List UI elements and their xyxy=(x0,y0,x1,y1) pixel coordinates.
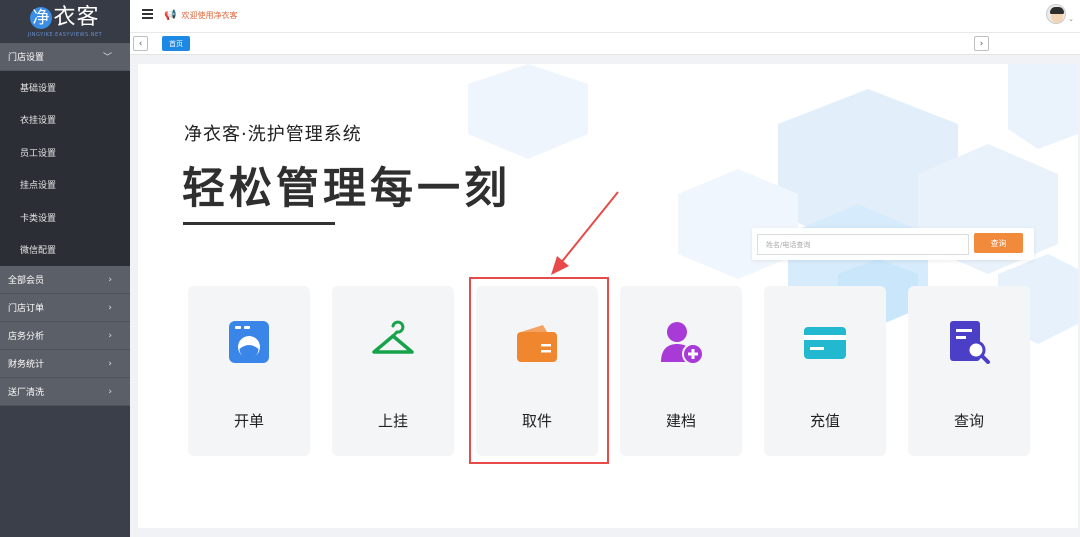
menu-group-label: 全部会员 xyxy=(8,276,45,286)
tab-scroll-left-button[interactable]: ‹ xyxy=(133,36,148,51)
search-document-icon xyxy=(950,321,990,364)
action-card-query[interactable]: 查询 xyxy=(908,286,1030,456)
tab-scroll-right-button[interactable]: › xyxy=(974,36,989,51)
chevron-down-icon[interactable]: ⌄ xyxy=(1068,15,1074,23)
sidebar: 净 衣客 JINGYIKE.EASYVIEWS.NET 门店设置 ﹀ 基础设置 … xyxy=(0,0,130,537)
action-card-recharge[interactable]: 充值 xyxy=(764,286,886,456)
logo-subtitle: JINGYIKE.EASYVIEWS.NET xyxy=(27,31,103,38)
chevron-right-icon: › xyxy=(108,386,112,397)
chevron-down-icon: ﹀ xyxy=(102,53,112,63)
tab-home[interactable]: 首页 xyxy=(162,36,190,51)
card-icon xyxy=(804,327,846,359)
announcement-text: 欢迎使用净衣客 xyxy=(181,11,238,20)
action-card-create-profile[interactable]: 建档 xyxy=(620,286,742,456)
announcement: 📢 欢迎使用净衣客 xyxy=(164,10,237,21)
card-label: 查询 xyxy=(953,412,984,430)
chevron-right-icon: › xyxy=(108,302,112,313)
submenu-item-hang-point-settings[interactable]: 挂点设置 xyxy=(0,169,130,202)
logo-text: 衣客 xyxy=(53,4,100,30)
card-label: 建档 xyxy=(665,412,696,430)
menu-group-label: 送厂清洗 xyxy=(8,388,45,398)
submenu-item-staff-settings[interactable]: 员工设置 xyxy=(0,136,130,169)
dashboard-panel: 净衣客·洗护管理系统 轻松管理每一刻 查询 开单 上挂 取件 xyxy=(138,64,1078,528)
card-label: 上挂 xyxy=(377,412,408,430)
chevron-right-icon: › xyxy=(108,358,112,369)
chevron-right-icon: › xyxy=(108,330,112,341)
menu-group-label: 财务统计 xyxy=(8,360,45,370)
submenu-store-settings: 基础设置 衣挂设置 员工设置 挂点设置 卡类设置 微信配置 xyxy=(0,71,130,266)
menu-group-label: 门店订单 xyxy=(8,304,45,314)
menu-group-store-analysis[interactable]: 店务分析 › xyxy=(0,322,130,350)
menu-toggle-icon[interactable] xyxy=(142,9,153,19)
member-search-input[interactable] xyxy=(757,234,969,255)
card-label: 充值 xyxy=(809,412,840,430)
menu-group-label: 门店设置 xyxy=(8,53,45,63)
submenu-item-card-settings[interactable]: 卡类设置 xyxy=(0,201,130,234)
chevron-right-icon: › xyxy=(108,274,112,285)
user-avatar[interactable] xyxy=(1046,4,1066,24)
submenu-item-wechat-config[interactable]: 微信配置 xyxy=(0,234,130,267)
top-header: 📢 欢迎使用净衣客 ⌄ xyxy=(130,0,1080,33)
hero-headline: 轻松管理每一刻 xyxy=(182,164,511,214)
headline-underline xyxy=(183,222,335,225)
card-label: 开单 xyxy=(233,412,264,430)
menu-group-store-orders[interactable]: 门店订单 › xyxy=(0,294,130,322)
menu-group-label: 店务分析 xyxy=(8,332,45,342)
megaphone-icon: 📢 xyxy=(164,10,177,21)
washing-machine-icon xyxy=(229,321,269,363)
member-search: 查询 xyxy=(752,228,1034,260)
hero-subtitle: 净衣客·洗护管理系统 xyxy=(184,124,362,145)
hanger-icon xyxy=(372,320,414,354)
menu-group-factory-cleaning[interactable]: 送厂清洗 › xyxy=(0,378,130,406)
action-card-open-order[interactable]: 开单 xyxy=(188,286,310,456)
logo[interactable]: 净 衣客 JINGYIKE.EASYVIEWS.NET xyxy=(0,0,130,43)
action-card-hang[interactable]: 上挂 xyxy=(332,286,454,456)
menu-group-store-settings[interactable]: 门店设置 ﹀ xyxy=(0,43,130,71)
search-button[interactable]: 查询 xyxy=(974,233,1023,253)
tab-bar: ‹ 首页 › xyxy=(130,33,1080,55)
submenu-item-basic-settings[interactable]: 基础设置 xyxy=(0,71,130,104)
submenu-item-hanger-settings[interactable]: 衣挂设置 xyxy=(0,104,130,137)
highlight-box xyxy=(469,277,609,464)
menu-group-finance-stats[interactable]: 财务统计 › xyxy=(0,350,130,378)
menu-group-all-members[interactable]: 全部会员 › xyxy=(0,266,130,294)
logo-mark: 净 xyxy=(30,6,53,29)
add-user-icon xyxy=(661,322,703,364)
annotation-arrow-icon xyxy=(551,191,619,275)
